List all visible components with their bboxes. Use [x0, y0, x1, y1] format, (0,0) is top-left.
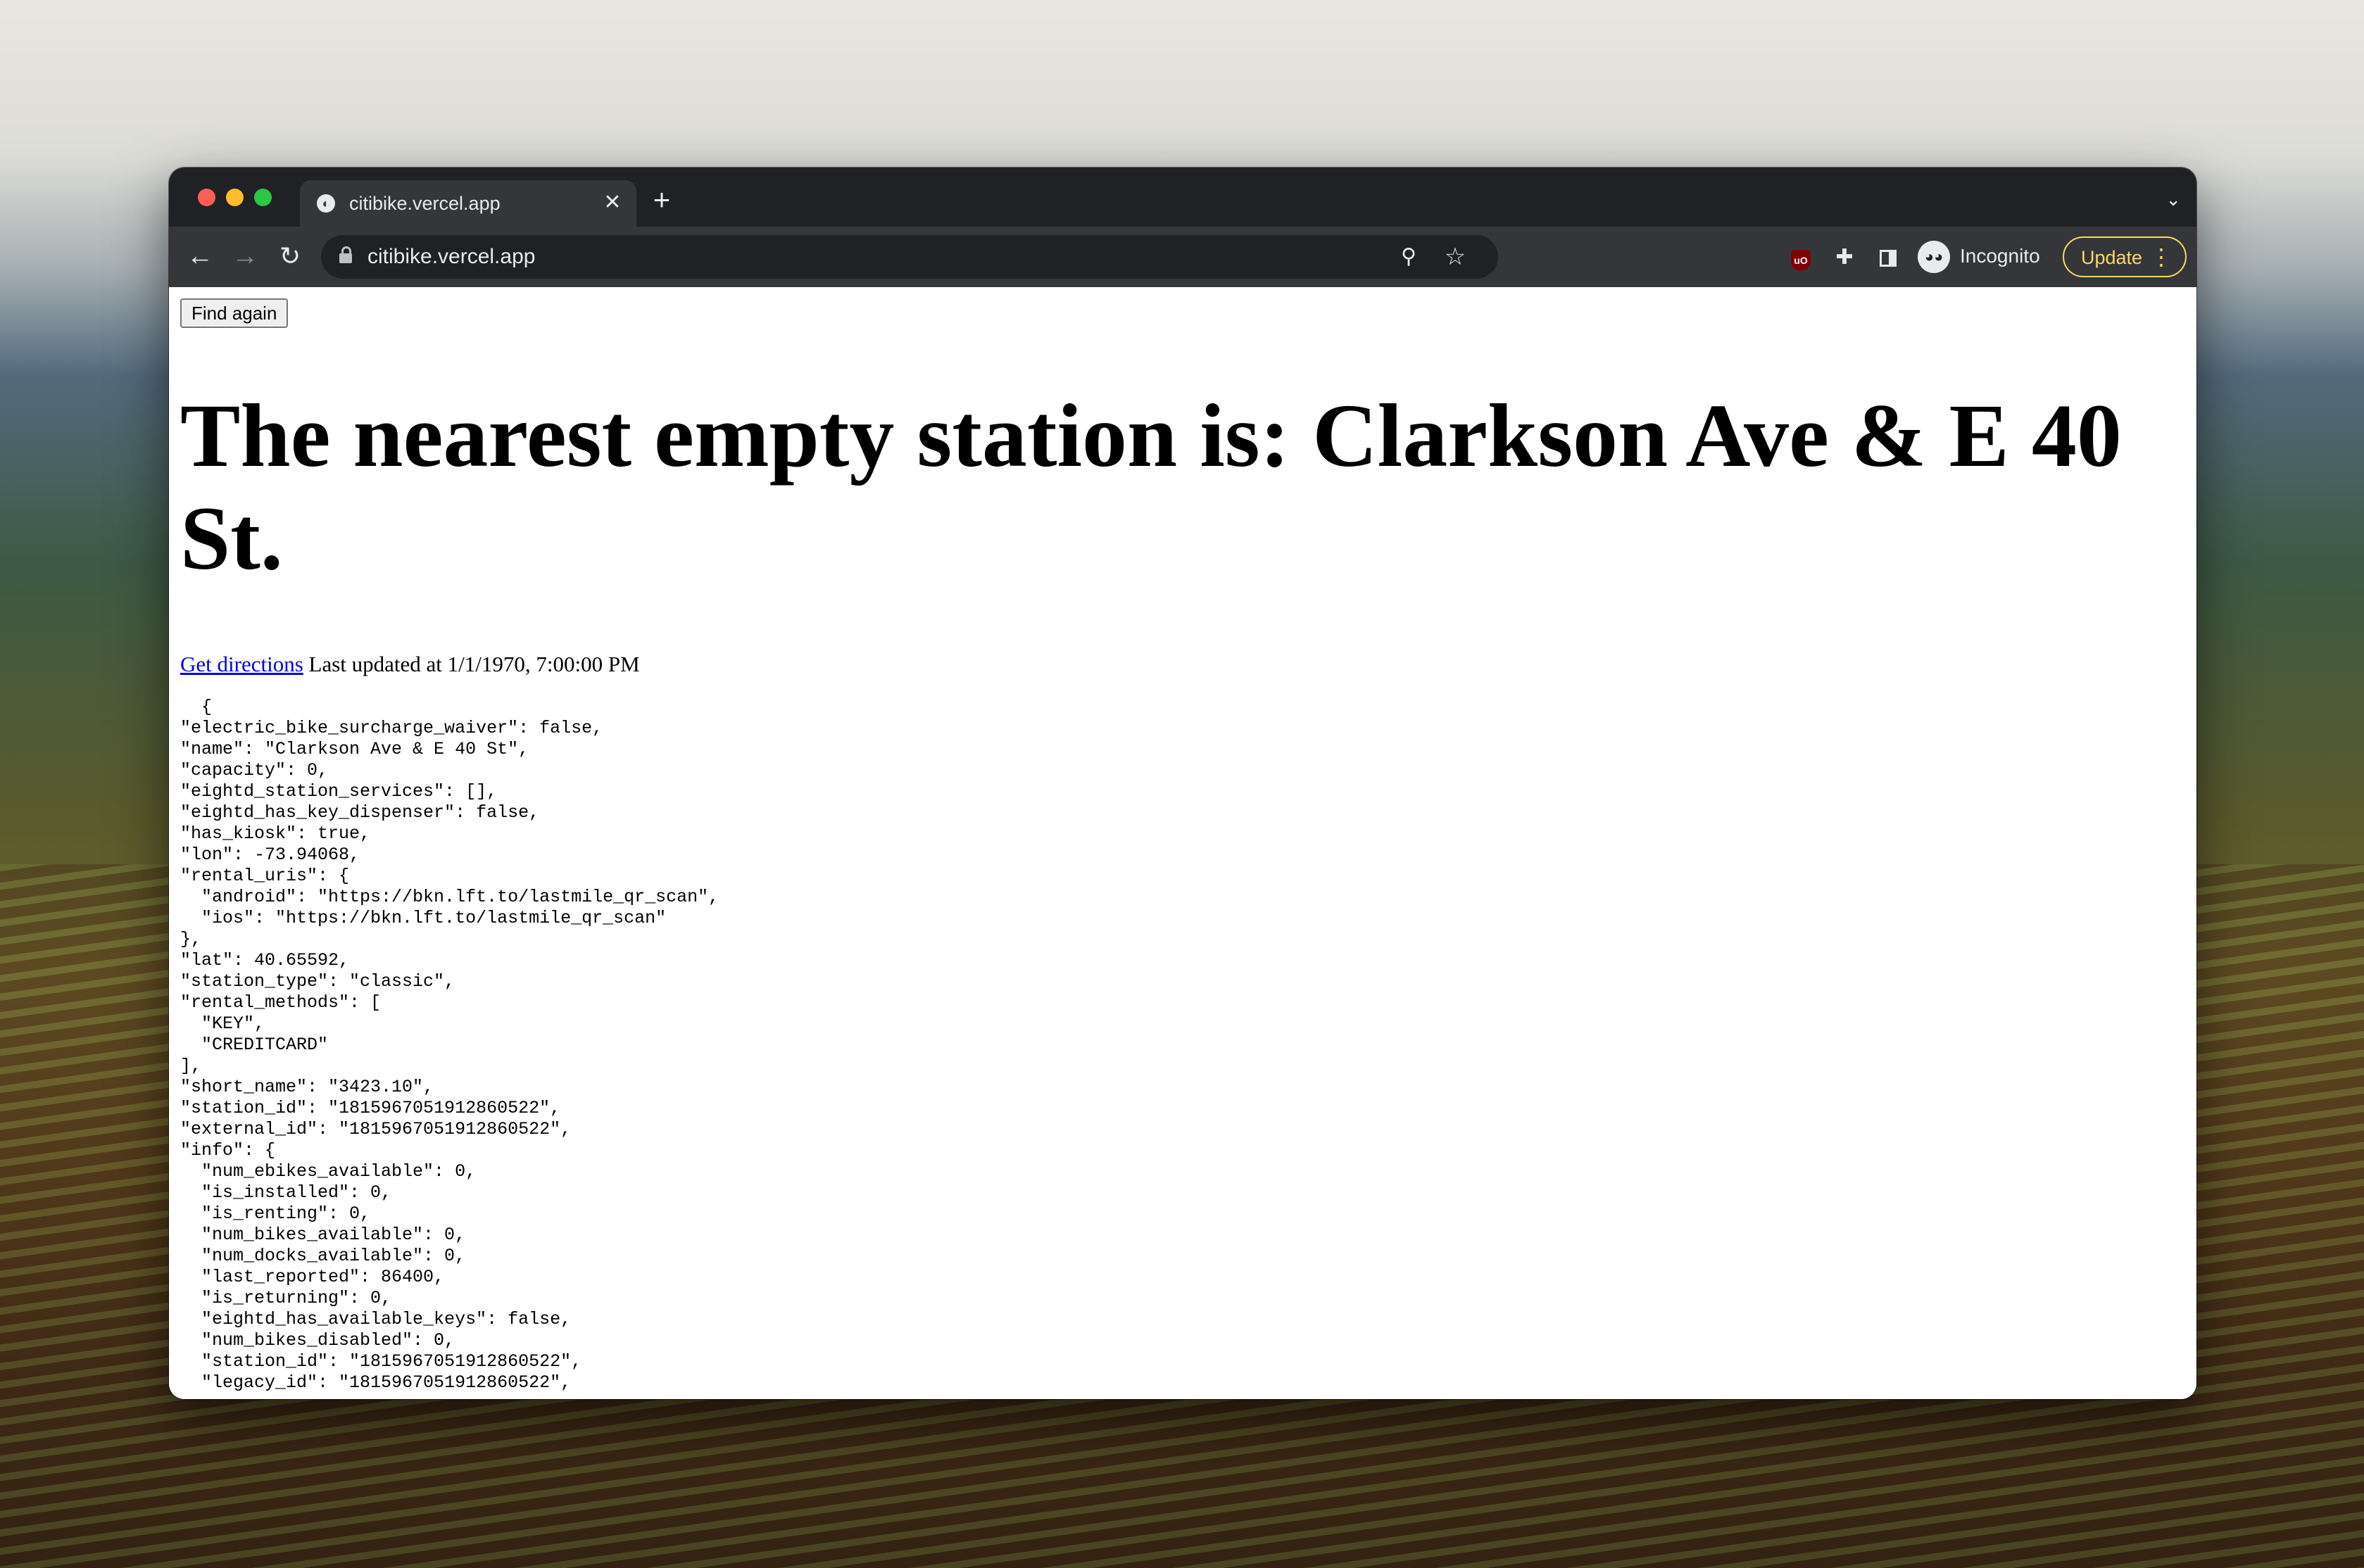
incognito-icon[interactable]: ◕◕ — [1918, 241, 1950, 273]
url-text[interactable]: citibike.vercel.app — [367, 245, 535, 269]
tab-title: citibike.vercel.app — [349, 193, 501, 214]
location-pin-icon[interactable]: ⚲ — [1394, 242, 1423, 272]
browser-window: ◐ citibike.vercel.app ✕ + ⌄ ← → ↻ citibi… — [169, 167, 2196, 1399]
last-updated-text: Last updated at 1/1/1970, 7:00:00 PM — [308, 652, 640, 676]
lock-icon[interactable] — [339, 246, 352, 263]
update-label: Update — [2081, 247, 2143, 268]
browser-toolbar: ← → ↻ citibike.vercel.app ⚲ ☆ uO ✚ ◕◕ In… — [169, 227, 2196, 287]
status-line: Get directions Last updated at 1/1/1970,… — [180, 652, 640, 677]
profile-label[interactable]: Incognito — [1960, 245, 2040, 267]
zoom-window-button[interactable] — [254, 189, 272, 206]
arrow-left-icon[interactable]: ← — [183, 239, 217, 273]
page-title: The nearest empty station is: Clarkson A… — [180, 386, 2122, 588]
star-icon[interactable]: ☆ — [1440, 242, 1470, 272]
update-button[interactable]: Update ⋮ — [2063, 236, 2187, 277]
tab-bar: ◐ citibike.vercel.app ✕ + ⌄ — [169, 167, 2196, 227]
get-directions-link[interactable]: Get directions — [180, 652, 303, 676]
puzzle-icon[interactable]: ✚ — [1829, 242, 1860, 273]
close-window-button[interactable] — [198, 189, 215, 206]
close-icon[interactable]: ✕ — [598, 189, 627, 217]
minimize-window-button[interactable] — [226, 189, 244, 206]
find-again-button[interactable]: Find again — [180, 298, 289, 328]
side-panel-icon[interactable] — [1873, 242, 1904, 273]
station-json: { "electric_bike_surcharge_waiver": fals… — [180, 697, 719, 1393]
reload-icon[interactable]: ↻ — [273, 239, 307, 273]
plus-icon[interactable]: + — [648, 185, 676, 215]
more-menu-icon[interactable]: ⋮ — [2150, 244, 2173, 270]
page-content: Find again The nearest empty station is:… — [169, 287, 2196, 1399]
address-bar[interactable]: citibike.vercel.app ⚲ ☆ — [321, 235, 1498, 279]
ublock-extension-icon[interactable]: uO — [1785, 242, 1816, 273]
arrow-right-icon[interactable]: → — [228, 239, 262, 273]
site-favicon-icon: ◐ — [317, 194, 335, 213]
tab-citibike[interactable]: ◐ citibike.vercel.app ✕ — [300, 180, 636, 227]
chevron-down-icon[interactable]: ⌄ — [2165, 189, 2181, 210]
